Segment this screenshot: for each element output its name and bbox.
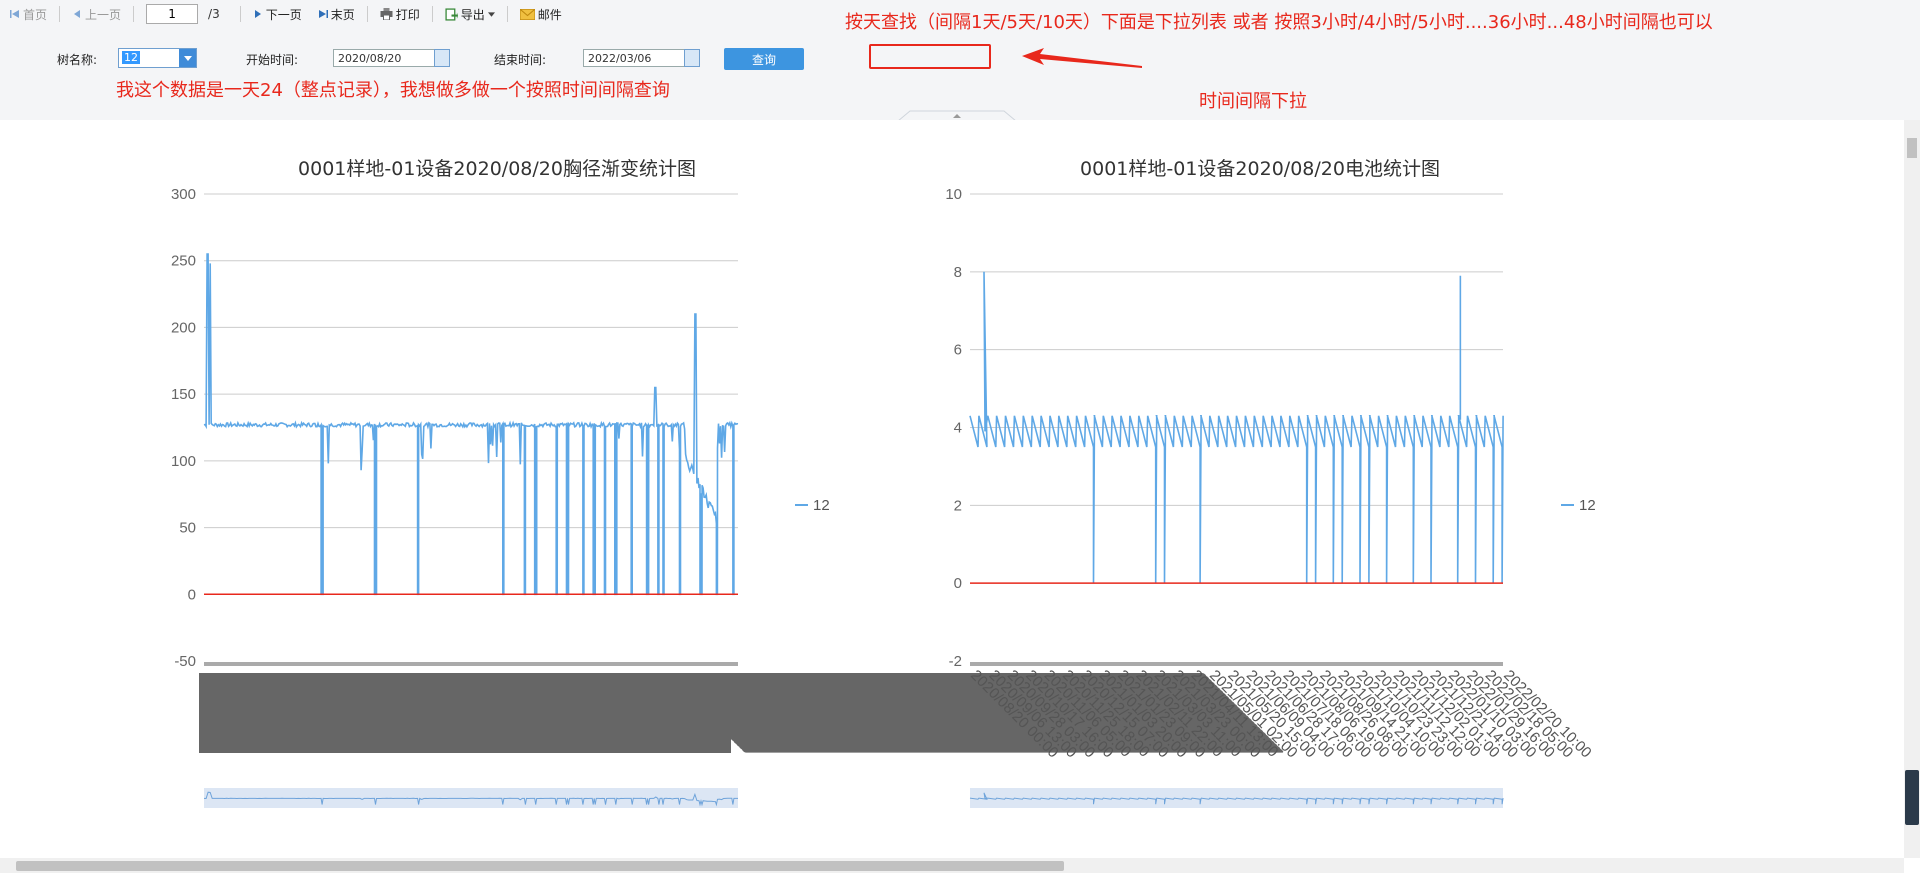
annotation-top-note: 按天查找（间隔1天/5天/10天）下面是下拉列表 或者 按照3小时/4小时/5小… [845, 12, 1713, 33]
toolbar-divider [431, 6, 433, 22]
end-time-input[interactable] [583, 49, 685, 67]
calendar-icon[interactable] [684, 49, 700, 67]
y-tick-label: 10 [945, 186, 962, 203]
last-page-icon [318, 10, 328, 18]
printer-icon [380, 8, 393, 20]
y-tick-label: 0 [188, 586, 196, 603]
annotation-right-note: 时间间隔下拉 [1199, 91, 1307, 112]
y-tick-label: 0 [954, 575, 962, 592]
diameter-series-line [203, 253, 739, 596]
y-tick-label: 300 [171, 186, 196, 203]
prev-page-button[interactable]: 上一页 [66, 3, 127, 25]
tree-name-select[interactable]: 12 [118, 48, 197, 68]
start-time-label: 开始时间: [246, 53, 299, 67]
annotation-arrow [1022, 48, 1142, 68]
export-button[interactable]: 导出 [439, 3, 501, 25]
diameter-chart-y-axis: 300 250 200 150 100 50 0 -50 [171, 186, 196, 670]
battery-chart: 0001样地-01设备2020/08/20电池统计图 10 8 6 4 2 0 -2 202… [945, 158, 1596, 808]
toolbar-divider [59, 6, 61, 22]
start-time-input[interactable] [333, 49, 435, 67]
query-form: 树名称: 12 开始时间: 结束时间: 查询 [0, 28, 1920, 120]
vertical-scrollbar[interactable] [1904, 120, 1920, 858]
end-time-label: 结束时间: [494, 53, 547, 67]
next-page-button[interactable]: 下一页 [247, 3, 308, 25]
export-label: 导出 [460, 7, 485, 22]
toolbar-divider [506, 6, 508, 22]
y-tick-label: 250 [171, 253, 196, 270]
page-total: /3 [208, 7, 220, 21]
report-content: 0001样地-01设备2020/08/20胸径渐变统计图 300 250 200 15… [0, 120, 1904, 858]
mail-button[interactable]: 邮件 [514, 3, 568, 25]
toolbar-divider [239, 6, 241, 22]
prev-page-label: 上一页 [85, 7, 122, 22]
side-panel-handle[interactable] [1905, 770, 1919, 825]
y-tick-label: 150 [171, 386, 196, 403]
diameter-chart-title: 0001样地-01设备2020/08/20胸径渐变统计图 [298, 158, 696, 180]
horizontal-scrollbar[interactable] [0, 858, 1904, 873]
battery-chart-title: 0001样地-01设备2020/08/20电池统计图 [1080, 158, 1440, 180]
y-tick-label: 50 [179, 520, 196, 537]
battery-series-line [969, 271, 1504, 584]
vertical-scroll-thumb[interactable] [1907, 138, 1917, 158]
last-page-button[interactable]: 末页 [312, 3, 361, 25]
first-page-label: 首页 [23, 7, 48, 22]
y-tick-label: 2 [954, 497, 962, 514]
toolbar-divider [366, 6, 368, 22]
prev-page-icon [74, 10, 81, 18]
battery-legend-label[interactable]: 12 [1579, 497, 1596, 514]
annotation-left-note: 我这个数据是一天24（整点记录），我想做多做一个按照时间间隔查询 [116, 80, 670, 101]
mail-icon [519, 8, 535, 20]
first-page-icon [10, 10, 19, 18]
y-tick-label: 200 [171, 319, 196, 336]
next-page-label: 下一页 [265, 7, 302, 22]
chevron-down-icon[interactable] [179, 49, 196, 67]
y-tick-label: 8 [954, 264, 962, 281]
chevron-down-icon [487, 11, 495, 17]
battery-x-axis-bar [970, 662, 1503, 666]
y-tick-label: 6 [954, 342, 962, 359]
toolbar-divider [133, 6, 135, 22]
tree-name-label: 树名称: [57, 53, 98, 67]
charts-canvas: 0001样地-01设备2020/08/20胸径渐变统计图 30025020015… [171, 158, 1596, 808]
x-tick-label-overlap [199, 673, 731, 753]
query-button[interactable]: 查询 [724, 48, 804, 70]
print-button[interactable]: 打印 [374, 3, 426, 25]
y-tick-label: 4 [954, 420, 962, 437]
calendar-icon[interactable] [434, 49, 450, 67]
diameter-legend-label[interactable]: 12 [813, 497, 830, 514]
diameter-x-axis-bar [204, 662, 738, 666]
page-number-input[interactable] [146, 4, 199, 24]
last-page-label: 末页 [330, 7, 355, 22]
y-tick-label: -50 [174, 653, 196, 670]
export-icon [445, 7, 458, 21]
tree-name-value: 12 [122, 51, 140, 64]
first-page-button[interactable]: 首页 [4, 3, 53, 25]
next-page-icon [254, 10, 261, 18]
battery-chart-y-axis: 10 8 6 4 2 0 -2 [945, 186, 962, 670]
battery-chart-grid [970, 193, 1503, 584]
y-tick-label: 100 [171, 453, 196, 470]
horizontal-scroll-thumb[interactable] [16, 861, 1064, 871]
mail-label: 邮件 [537, 7, 562, 22]
print-label: 打印 [395, 7, 420, 22]
battery-x-axis-labels: 2020/08/20 00:002020/09/06 13:002020/09/… [967, 667, 1595, 762]
interval-dropdown-placeholder [869, 44, 991, 69]
y-tick-label: -2 [949, 653, 962, 670]
